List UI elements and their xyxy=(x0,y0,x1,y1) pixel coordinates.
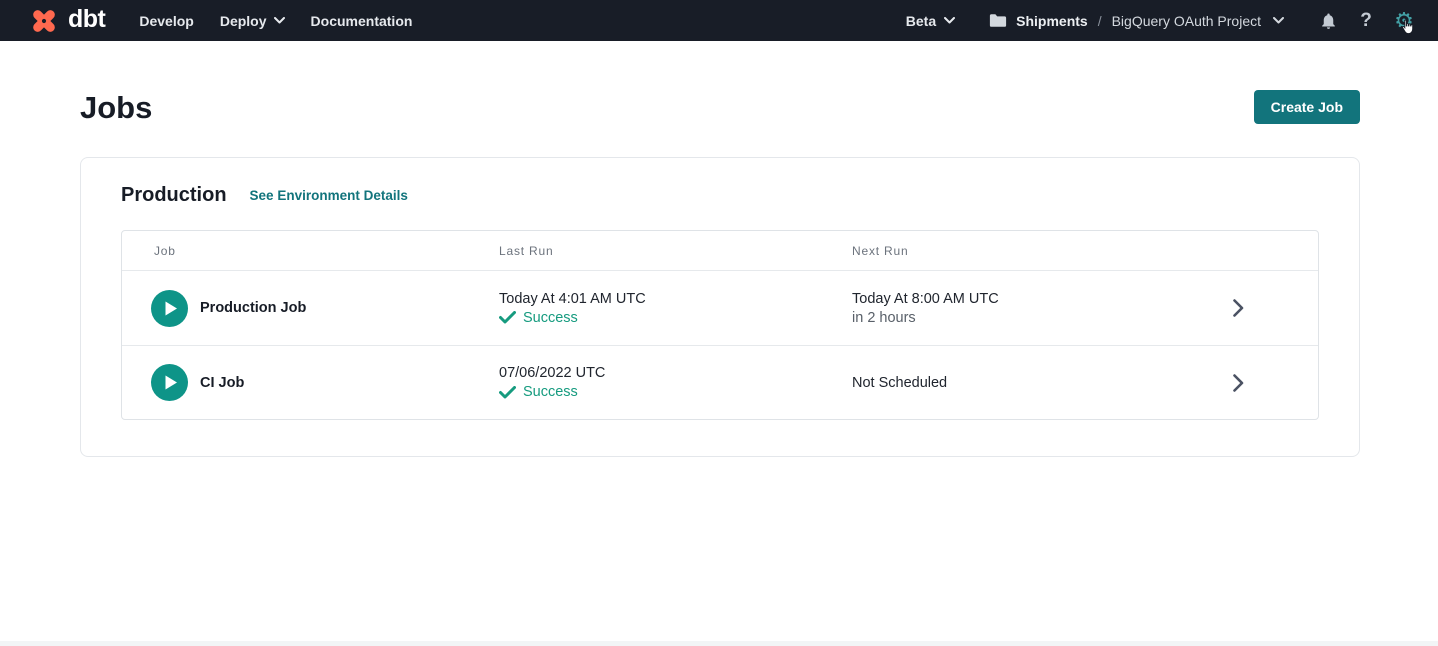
page-header: Jobs Create Job xyxy=(0,41,1438,126)
account-name: Shipments xyxy=(1016,13,1088,29)
last-run-time: 07/06/2022 UTC xyxy=(499,365,852,381)
dbt-logo-icon xyxy=(28,5,60,37)
environment-header: Production See Environment Details xyxy=(121,184,1319,207)
nav-item-develop-label: Develop xyxy=(139,13,193,29)
nav-item-documentation[interactable]: Documentation xyxy=(311,13,413,29)
status-label: Success xyxy=(523,310,578,326)
table-row-ci-job[interactable]: CI Job 07/06/2022 UTC Success Not Schedu… xyxy=(122,345,1318,419)
chevron-down-icon xyxy=(1273,17,1284,24)
nav-item-develop[interactable]: Develop xyxy=(139,13,193,29)
row-open-button[interactable] xyxy=(1206,299,1318,317)
jobs-table-header: Job Last Run Next Run xyxy=(122,231,1318,271)
notifications-button[interactable] xyxy=(1316,9,1340,33)
page-title: Jobs xyxy=(80,90,152,126)
environment-name: Production xyxy=(121,184,227,207)
navbar-right: Beta Shipments / BigQuery OAuth Project … xyxy=(906,9,1416,33)
jobs-table: Job Last Run Next Run Production Job Tod… xyxy=(121,230,1319,420)
chevron-right-icon xyxy=(1233,374,1244,392)
column-header-job: Job xyxy=(154,244,499,258)
run-job-button[interactable] xyxy=(151,290,188,327)
next-run-cell: Today At 8:00 AM UTC in 2 hours xyxy=(852,291,1206,326)
question-mark-icon: ? xyxy=(1360,11,1372,30)
job-name: CI Job xyxy=(200,375,244,391)
dbt-logo[interactable]: dbt xyxy=(28,5,105,37)
row-open-button[interactable] xyxy=(1206,374,1318,392)
column-header-last-run: Last Run xyxy=(499,244,852,258)
nav-item-documentation-label: Documentation xyxy=(311,13,413,29)
next-run-time: Not Scheduled xyxy=(852,375,1206,391)
column-header-next-run: Next Run xyxy=(852,244,1206,258)
environment-card: Production See Environment Details Job L… xyxy=(80,157,1360,457)
job-cell: CI Job xyxy=(151,364,499,401)
last-run-cell: 07/06/2022 UTC Success xyxy=(499,365,852,400)
folder-icon xyxy=(989,13,1007,28)
last-run-status: Success xyxy=(499,310,852,326)
next-run-time: Today At 8:00 AM UTC xyxy=(852,291,1206,307)
last-run-status: Success xyxy=(499,384,852,400)
next-run-relative: in 2 hours xyxy=(852,310,1206,326)
top-navbar: dbt Develop Deploy Documentation Beta xyxy=(0,0,1438,41)
chevron-down-icon xyxy=(274,17,285,24)
beta-label: Beta xyxy=(906,13,936,29)
help-button[interactable]: ? xyxy=(1354,9,1378,33)
status-label: Success xyxy=(523,384,578,400)
check-icon xyxy=(499,311,516,324)
project-name: BigQuery OAuth Project xyxy=(1112,13,1261,29)
chevron-right-icon xyxy=(1233,299,1244,317)
settings-button[interactable]: ⚙ xyxy=(1392,9,1416,33)
mouse-cursor-pointer xyxy=(1400,19,1414,40)
project-selector[interactable]: Shipments / BigQuery OAuth Project xyxy=(989,13,1284,29)
chevron-down-icon xyxy=(944,17,955,24)
beta-selector[interactable]: Beta xyxy=(906,13,955,29)
create-job-button[interactable]: Create Job xyxy=(1254,90,1360,124)
breadcrumb-separator: / xyxy=(1097,13,1103,29)
table-row-production-job[interactable]: Production Job Today At 4:01 AM UTC Succ… xyxy=(122,271,1318,345)
run-job-button[interactable] xyxy=(151,364,188,401)
check-icon xyxy=(499,386,516,399)
main-nav: Develop Deploy Documentation xyxy=(139,13,412,29)
next-run-cell: Not Scheduled xyxy=(852,375,1206,391)
last-run-time: Today At 4:01 AM UTC xyxy=(499,291,852,307)
job-cell: Production Job xyxy=(151,290,499,327)
bell-icon xyxy=(1319,11,1338,31)
see-environment-details-link[interactable]: See Environment Details xyxy=(250,188,408,203)
nav-item-deploy[interactable]: Deploy xyxy=(220,13,285,29)
last-run-cell: Today At 4:01 AM UTC Success xyxy=(499,291,852,326)
nav-item-deploy-label: Deploy xyxy=(220,13,267,29)
job-name: Production Job xyxy=(200,300,306,316)
dbt-logo-text: dbt xyxy=(68,7,105,35)
viewport-bottom-edge xyxy=(0,641,1438,646)
